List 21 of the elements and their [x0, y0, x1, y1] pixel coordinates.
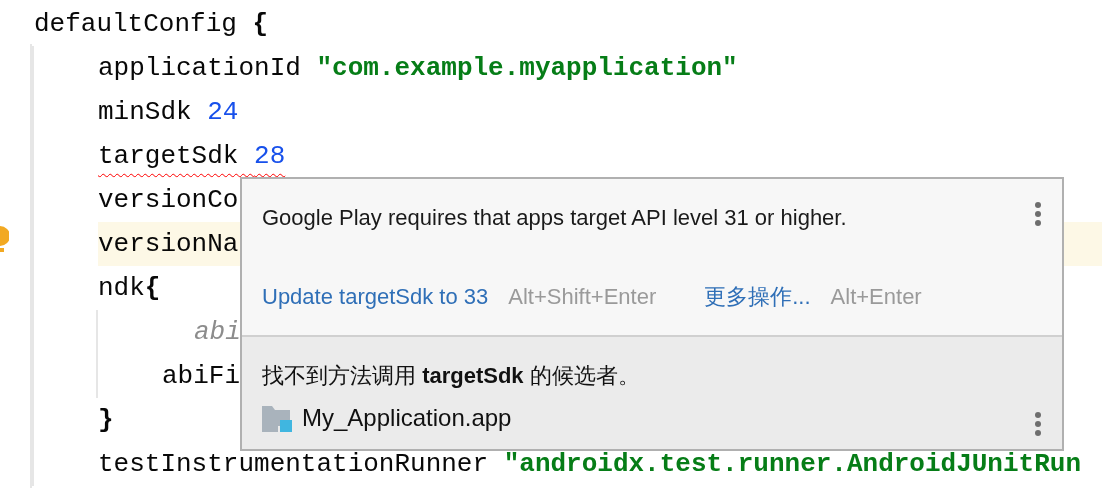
code-line-text: defaultConfig { — [34, 7, 269, 41]
code-line-text: applicationId "com.example.myapplication" — [98, 51, 738, 85]
detail-message: 找不到方法调用 targetSdk 的候选者。 — [262, 363, 640, 388]
quick-fix-link[interactable]: Update targetSdk to 33 — [262, 280, 489, 313]
code-line-text: targetSdk 28 — [98, 139, 286, 173]
code-line-text: abiFi — [162, 359, 240, 393]
more-options-icon[interactable] — [1034, 201, 1042, 227]
more-options-icon[interactable] — [1034, 411, 1042, 437]
warning-message: Google Play requires that apps target API level 31 or higher. — [262, 204, 847, 232]
code-line-text: minSdk 24 — [98, 95, 239, 129]
quick-fix-link[interactable]: 更多操作... — [704, 280, 811, 313]
module-folder-icon — [262, 404, 292, 432]
code-line-text: abi — [193, 315, 241, 349]
code-line-text: versionNa — [98, 227, 239, 261]
shortcut-hint: Alt+Enter — [830, 283, 922, 311]
shortcut-hint: Alt+Shift+Enter — [508, 283, 657, 311]
code-line-text: } — [98, 403, 114, 437]
code-line-text: versionCo — [98, 183, 239, 217]
code-line-text: testInstrumentationRunner "androidx.test.runner.AndroidJUnitRun — [98, 447, 1081, 481]
code-line-text: ndk{ — [98, 271, 161, 305]
module-name: My_Application.app — [302, 403, 512, 433]
